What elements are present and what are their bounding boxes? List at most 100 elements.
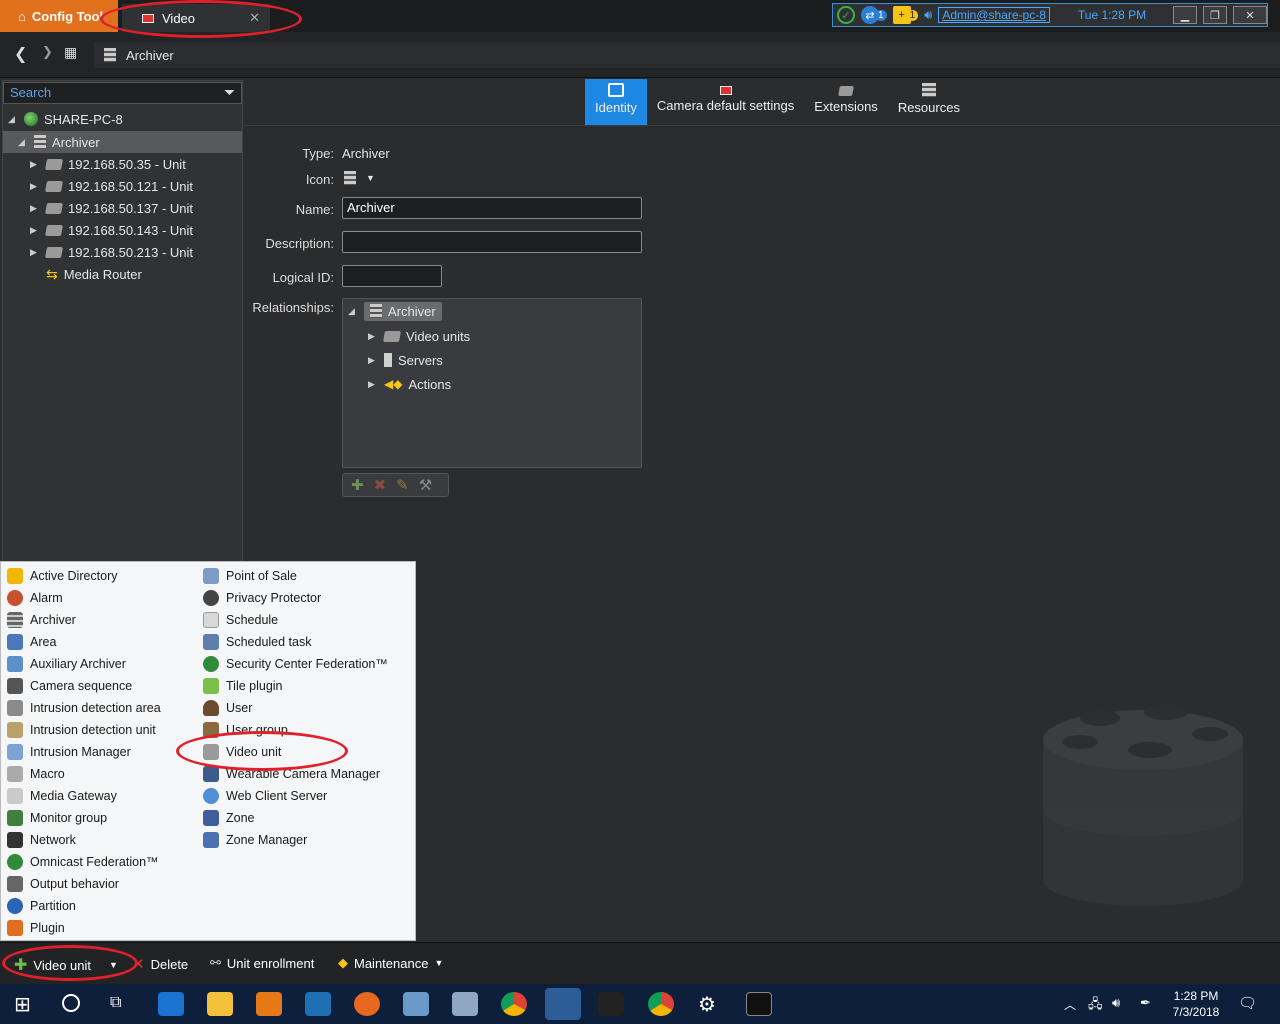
edit-icon[interactable]: ✎: [396, 476, 409, 494]
expand-icon[interactable]: ▶: [368, 379, 378, 390]
security-desk-icon[interactable]: [598, 992, 624, 1016]
menu-item-network[interactable]: Network: [7, 829, 76, 851]
settings-gears-icon[interactable]: [403, 992, 429, 1016]
logical-id-field[interactable]: [342, 265, 442, 287]
paint-icon[interactable]: [452, 992, 478, 1016]
back-arrow-icon[interactable]: ❮: [14, 44, 27, 64]
unit-enrollment-button[interactable]: ⚯ Unit enrollment: [210, 955, 314, 971]
tree-item-root[interactable]: ◢ SHARE-PC-8: [8, 108, 123, 130]
menu-item-active-directory[interactable]: Active Directory: [7, 565, 118, 587]
search-icon[interactable]: [62, 994, 80, 1012]
search-input[interactable]: Search: [3, 82, 242, 104]
chrome-icon[interactable]: [501, 992, 527, 1016]
expand-icon[interactable]: ◢: [18, 137, 28, 148]
menu-item-omnicast-federation[interactable]: Omnicast Federation™: [7, 851, 159, 873]
menu-item-archiver[interactable]: Archiver: [7, 609, 76, 631]
menu-item-intrusion-manager[interactable]: Intrusion Manager: [7, 741, 131, 763]
taskbar-clock[interactable]: 1:28 PM 7/3/2018: [1162, 988, 1230, 1020]
tree-item-unit[interactable]: ▶ 192.168.50.35 - Unit: [30, 153, 186, 175]
add-icon[interactable]: ✚: [351, 476, 364, 494]
tab-identity[interactable]: Identity: [585, 79, 647, 125]
menu-item-intrusion-detection-unit[interactable]: Intrusion detection unit: [7, 719, 156, 741]
description-field[interactable]: [342, 231, 642, 253]
task-view-icon[interactable]: ⧉: [110, 994, 121, 1012]
network-tray-icon[interactable]: 🖧︎: [1088, 995, 1103, 1017]
expand-icon[interactable]: ▶: [30, 247, 40, 258]
menu-item-plugin[interactable]: Plugin: [7, 917, 65, 939]
media-player-icon[interactable]: [256, 992, 282, 1016]
tree-item-unit[interactable]: ▶ 192.168.50.213 - Unit: [30, 241, 193, 263]
menu-item-tile-plugin[interactable]: Tile plugin: [203, 675, 283, 697]
command-prompt-icon[interactable]: [746, 992, 772, 1016]
tree-item-unit[interactable]: ▶ 192.168.50.121 - Unit: [30, 175, 193, 197]
menu-item-privacy-protector[interactable]: Privacy Protector: [203, 587, 321, 609]
tab-resources[interactable]: Resources: [888, 79, 970, 125]
menu-item-point-of-sale[interactable]: Point of Sale: [203, 565, 297, 587]
relationship-item[interactable]: ▶ ◀◆ Actions: [368, 373, 451, 395]
maintenance-button[interactable]: ◆ Maintenance ▼: [338, 955, 443, 971]
relationship-item[interactable]: ▶ Servers: [368, 349, 443, 371]
expand-icon[interactable]: ▶: [368, 355, 378, 366]
menu-item-web-client-server[interactable]: Web Client Server: [203, 785, 327, 807]
tree-item-unit[interactable]: ▶ 192.168.50.143 - Unit: [30, 219, 193, 241]
filter-icon[interactable]: ⏷: [224, 84, 235, 101]
menu-item-security-center-federation[interactable]: Security Center Federation™: [203, 653, 388, 675]
menu-item-partition[interactable]: Partition: [7, 895, 76, 917]
minimize-button[interactable]: ▁: [1173, 6, 1197, 24]
menu-item-macro[interactable]: Macro: [7, 763, 65, 785]
user-account-link[interactable]: Admin@share-pc-8: [938, 7, 1050, 23]
file-explorer-icon[interactable]: [207, 992, 233, 1016]
task-list-icon[interactable]: ▦: [64, 44, 77, 61]
expand-icon[interactable]: ▶: [368, 331, 378, 342]
firefox-icon[interactable]: [354, 992, 380, 1016]
tools-icon[interactable]: ⚒: [419, 476, 432, 494]
relationship-root[interactable]: ◢ Archiver: [348, 300, 442, 322]
tree-item-unit[interactable]: ▶ 192.168.50.137 - Unit: [30, 197, 193, 219]
remove-icon[interactable]: ✖: [374, 476, 387, 494]
delete-button[interactable]: ✕ Delete: [132, 955, 188, 973]
menu-item-camera-sequence[interactable]: Camera sequence: [7, 675, 132, 697]
menu-item-area[interactable]: Area: [7, 631, 56, 653]
expand-icon[interactable]: ▶: [30, 203, 40, 214]
menu-item-media-gateway[interactable]: Media Gateway: [7, 785, 117, 807]
edge-icon[interactable]: [158, 992, 184, 1016]
windows-start-icon[interactable]: ⊞: [14, 992, 31, 1017]
tab-camera-default-settings[interactable]: Camera default settings: [647, 79, 804, 125]
expand-icon[interactable]: ▶: [30, 181, 40, 192]
menu-item-scheduled-task[interactable]: Scheduled task: [203, 631, 311, 653]
volume-tray-icon[interactable]: 🔊︎: [1112, 995, 1120, 1011]
menu-item-monitor-group[interactable]: Monitor group: [7, 807, 107, 829]
pen-icon[interactable]: ✒: [1140, 995, 1151, 1011]
icon-picker[interactable]: ▼: [344, 171, 375, 185]
tree-item-archiver[interactable]: ◢ Archiver: [18, 131, 100, 153]
menu-item-schedule[interactable]: Schedule: [203, 609, 278, 631]
shark-app-icon[interactable]: [305, 992, 331, 1016]
volume-icon[interactable]: 🔊︎: [924, 7, 932, 23]
chrome-icon[interactable]: [648, 992, 674, 1016]
menu-item-intrusion-detection-area[interactable]: Intrusion detection area: [7, 697, 161, 719]
forward-arrow-icon[interactable]: ❯: [42, 44, 53, 60]
show-hidden-icons-icon[interactable]: ︿: [1064, 996, 1076, 1013]
expand-icon[interactable]: ◢: [348, 306, 358, 317]
close-window-button[interactable]: ✕: [1233, 6, 1267, 24]
expand-icon[interactable]: ◢: [8, 114, 18, 125]
menu-item-zone[interactable]: Zone: [203, 807, 255, 829]
menu-item-zone-manager[interactable]: Zone Manager: [203, 829, 307, 851]
action-center-icon[interactable]: 🗨︎: [1238, 994, 1257, 1012]
restore-button[interactable]: ❐: [1203, 6, 1227, 24]
relationship-item[interactable]: ▶ Video units: [368, 325, 470, 347]
network-icon[interactable]: ⇄: [861, 6, 879, 24]
name-field[interactable]: Archiver: [342, 197, 642, 219]
menu-item-output-behavior[interactable]: Output behavior: [7, 873, 119, 895]
tree-item-media-router[interactable]: ⇆ Media Router: [30, 263, 142, 285]
config-tool-taskbar-icon[interactable]: [545, 988, 581, 1020]
expand-icon[interactable]: ▶: [30, 159, 40, 170]
menu-item-user[interactable]: User: [203, 697, 252, 719]
tab-extensions[interactable]: Extensions: [804, 79, 888, 125]
health-ok-icon[interactable]: ✓: [837, 6, 855, 24]
settings-icon[interactable]: ⚙: [698, 992, 716, 1017]
expand-icon[interactable]: ▶: [30, 225, 40, 236]
menu-item-alarm[interactable]: Alarm: [7, 587, 63, 609]
menu-item-auxiliary-archiver[interactable]: Auxiliary Archiver: [7, 653, 126, 675]
relationship-root-node[interactable]: Archiver: [364, 301, 442, 321]
